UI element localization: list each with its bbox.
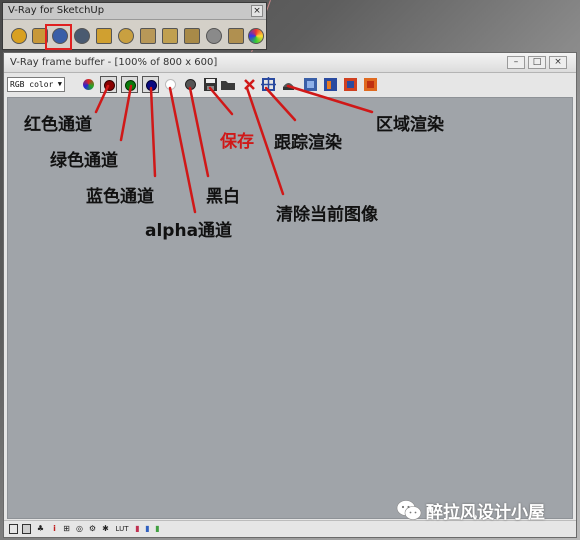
annotation-region-render: 区域渲染 (376, 115, 444, 135)
annotation-save: 保存 (220, 132, 254, 152)
watermark-text: 醉拉风设计小屋 (426, 503, 545, 523)
annotation-green-channel: 绿色通道 (50, 151, 118, 171)
mono-leader (188, 86, 210, 178)
annotation-track-render: 跟踪渲染 (274, 133, 342, 153)
alpha-channel-leader (168, 86, 197, 214)
annotation-clear-image: 清除当前图像 (276, 205, 378, 225)
region-render-leader (286, 84, 374, 114)
annotation-blue-channel: 蓝色通道 (86, 187, 154, 207)
red-channel-leader (94, 84, 110, 114)
save-leader (208, 86, 234, 116)
track-render-leader (264, 86, 297, 122)
green-channel-leader (119, 84, 133, 142)
annotation-mono: 黑白 (206, 187, 240, 207)
annotation-alpha-channel: alpha通道 (145, 221, 233, 241)
annotation-lines (94, 84, 374, 214)
blue-channel-leader (149, 86, 157, 178)
annotation-red-channel: 红色通道 (24, 115, 92, 135)
wechat-icon (396, 500, 422, 520)
